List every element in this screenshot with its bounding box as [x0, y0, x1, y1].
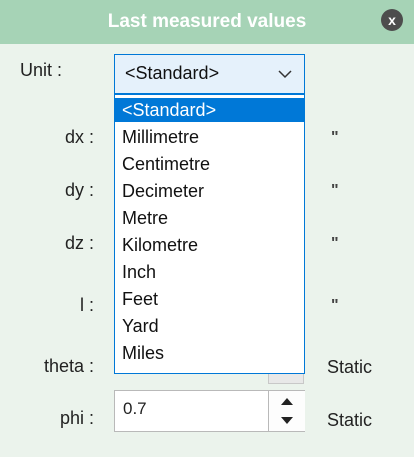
dx-unit: ": [331, 129, 339, 146]
unit-option-kilometre[interactable]: Kilometre: [115, 233, 304, 257]
dx-label: dx :: [64, 127, 94, 147]
unit-label: Unit :: [20, 60, 63, 80]
unit-dropdown-list: <Standard> Millimetre Centimetre Decimet…: [114, 94, 305, 374]
dy-unit: ": [331, 182, 339, 199]
theta-unit: Static: [327, 357, 373, 377]
spin-down-icon[interactable]: [269, 411, 305, 431]
title-bar: Last measured values x: [0, 0, 414, 44]
unit-option-standard[interactable]: <Standard>: [115, 98, 304, 122]
unit-option-yard[interactable]: Yard: [115, 314, 304, 338]
l-label: l :: [79, 295, 94, 315]
dz-label: dz :: [64, 233, 94, 253]
spin-up-icon[interactable]: [269, 391, 305, 411]
theta-label: theta :: [43, 356, 94, 376]
close-icon[interactable]: x: [381, 9, 403, 31]
phi-value: 0.7: [123, 399, 147, 418]
last-measured-values-panel: Last measured values x Unit : <Standard>…: [0, 0, 414, 457]
dz-unit: ": [331, 235, 339, 252]
phi-field[interactable]: 0.7: [114, 390, 305, 432]
dy-label: dy :: [64, 180, 94, 200]
unit-option-centimetre[interactable]: Centimetre: [115, 152, 304, 176]
unit-option-feet[interactable]: Feet: [115, 287, 304, 311]
l-unit: ": [331, 297, 339, 314]
unit-option-decimeter[interactable]: Decimeter: [115, 179, 304, 203]
phi-label: phi :: [59, 408, 94, 428]
unit-option-metre[interactable]: Metre: [115, 206, 304, 230]
panel-title: Last measured values: [107, 11, 307, 32]
unit-option-miles[interactable]: Miles: [115, 341, 304, 365]
unit-option-millimetre[interactable]: Millimetre: [115, 125, 304, 149]
phi-spinner[interactable]: [268, 391, 305, 431]
unit-select[interactable]: <Standard>: [114, 54, 305, 94]
phi-unit: Static: [327, 410, 373, 430]
unit-select-value: <Standard>: [125, 63, 220, 83]
unit-option-inch[interactable]: Inch: [115, 260, 304, 284]
chevron-down-icon: [278, 70, 292, 79]
